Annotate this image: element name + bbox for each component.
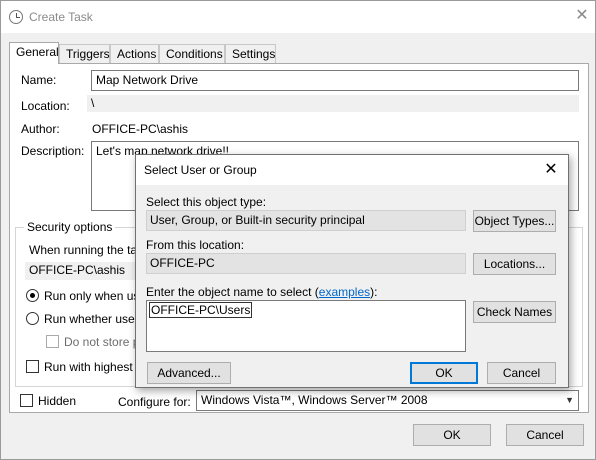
- locations-button[interactable]: Locations...: [473, 253, 556, 275]
- run-whether-logged-on-label: Run whether user i: [44, 312, 145, 326]
- security-options-label: Security options: [24, 220, 116, 234]
- location-value: \: [87, 95, 579, 112]
- location-label: Location:: [21, 99, 70, 113]
- configure-for-label: Configure for:: [118, 395, 191, 409]
- object-type-label: Select this object type:: [146, 195, 267, 209]
- do-not-store-password-checkbox[interactable]: [46, 335, 59, 348]
- run-whether-logged-on-radio[interactable]: [26, 312, 39, 325]
- dialog-title: Select User or Group: [144, 163, 257, 177]
- from-location-value: OFFICE-PC: [146, 253, 466, 274]
- dialog-cancel-button[interactable]: Cancel: [487, 362, 556, 384]
- ok-button[interactable]: OK: [413, 424, 491, 446]
- tab-triggers[interactable]: Triggers: [59, 44, 110, 63]
- tab-conditions[interactable]: Conditions: [159, 44, 225, 63]
- dialog-close-button[interactable]: ✕: [542, 161, 560, 179]
- description-label: Description:: [21, 144, 85, 158]
- run-only-logged-on-radio[interactable]: [26, 289, 39, 302]
- check-names-button[interactable]: Check Names: [473, 301, 556, 323]
- dialog-ok-button[interactable]: OK: [410, 362, 478, 384]
- run-highest-privileges-label: Run with highest p: [44, 360, 143, 374]
- window-close-button[interactable]: ✕: [573, 7, 591, 25]
- hidden-label: Hidden: [38, 394, 77, 408]
- run-highest-privileges-checkbox[interactable]: [26, 360, 39, 373]
- from-location-label: From this location:: [146, 238, 245, 252]
- window-title: Create Task: [29, 10, 93, 24]
- hidden-checkbox[interactable]: [20, 394, 33, 407]
- tab-settings[interactable]: Settings: [225, 44, 276, 63]
- author-label: Author:: [21, 122, 60, 136]
- dialog-title-bar: Select User or Group ✕: [136, 155, 568, 185]
- name-input[interactable]: Map Network Drive: [91, 70, 579, 91]
- select-user-or-group-dialog: Select User or Group ✕ Select this objec…: [135, 154, 569, 388]
- advanced-button[interactable]: Advanced...: [147, 362, 231, 384]
- tab-general[interactable]: General: [9, 42, 59, 64]
- title-bar: Create Task ✕: [1, 1, 595, 33]
- clock-icon: [9, 10, 23, 24]
- chevron-down-icon: ▼: [565, 395, 574, 405]
- configure-for-value: Windows Vista™, Windows Server™ 2008: [201, 393, 428, 407]
- running-as-label: When running the tas: [29, 243, 144, 257]
- object-type-value: User, Group, or Built-in security princi…: [146, 210, 466, 231]
- object-name-input[interactable]: OFFICE-PC\Users: [146, 300, 466, 352]
- cancel-button[interactable]: Cancel: [506, 424, 584, 446]
- run-only-logged-on-label: Run only when use: [44, 289, 147, 303]
- do-not-store-password-label: Do not store p: [64, 335, 140, 349]
- user-account-value: OFFICE-PC\ashis: [25, 262, 145, 280]
- object-name-text: OFFICE-PC\Users: [149, 302, 253, 318]
- object-types-button[interactable]: Object Types...: [473, 210, 556, 232]
- create-task-window: Create Task ✕ General Triggers Actions C…: [0, 0, 596, 460]
- examples-link[interactable]: examples: [319, 285, 370, 299]
- configure-for-select[interactable]: Windows Vista™, Windows Server™ 2008 ▼: [196, 390, 579, 411]
- tab-actions[interactable]: Actions: [110, 44, 159, 63]
- author-value: OFFICE-PC\ashis: [92, 122, 189, 136]
- name-label: Name:: [21, 73, 57, 87]
- enter-object-name-label: Enter the object name to select (example…: [146, 285, 378, 299]
